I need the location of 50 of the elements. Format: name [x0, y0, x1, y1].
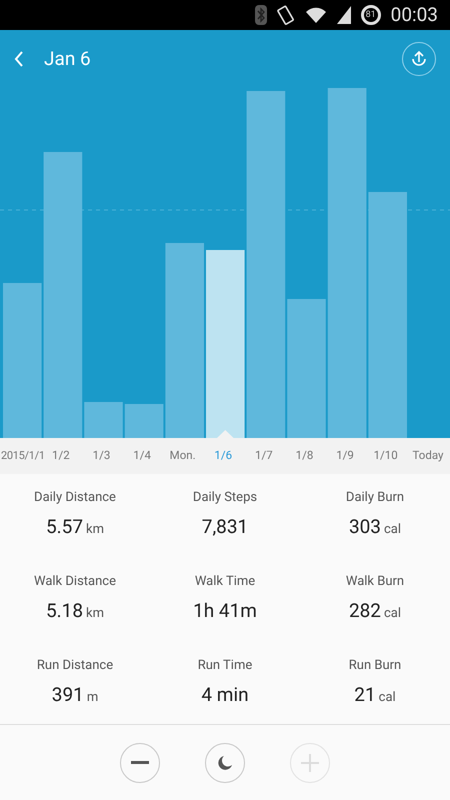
- stat-label: Run Time: [198, 657, 252, 675]
- stat-label: Walk Time: [194, 573, 256, 591]
- stat-label: Daily Burn: [346, 489, 404, 507]
- stat-unit: cal: [384, 521, 402, 539]
- stat-unit: cal: [378, 689, 396, 707]
- stat-value: 5.57: [46, 514, 84, 540]
- stat-label: Walk Distance: [34, 573, 116, 591]
- stat-label: Daily Steps: [192, 489, 258, 507]
- minus-icon: [131, 760, 149, 764]
- stat-value: 1h 41m: [193, 598, 257, 624]
- battery-indicator: 81: [360, 5, 381, 25]
- stat-value: 21: [354, 682, 376, 708]
- signal-icon: [336, 6, 351, 24]
- date-label[interactable]: 1/7: [255, 447, 273, 465]
- sleep-button[interactable]: [205, 742, 245, 782]
- remove-button[interactable]: [120, 742, 160, 782]
- stat-value: 5.18: [46, 598, 84, 624]
- stat-value: 391: [52, 682, 84, 708]
- stat-label: Run Burn: [348, 657, 402, 675]
- wifi-icon: [304, 6, 327, 24]
- share-button[interactable]: [402, 42, 436, 76]
- date-label[interactable]: 1/2: [52, 447, 70, 465]
- plus-icon: [301, 754, 319, 772]
- date-label[interactable]: 1/8: [296, 447, 314, 465]
- date-label[interactable]: Today: [412, 447, 444, 465]
- stat-unit: cal: [384, 605, 402, 623]
- vibrate-icon: [276, 5, 295, 25]
- bluetooth-icon: [254, 5, 267, 25]
- stat-value: 7,831: [202, 514, 248, 540]
- moon-icon: [217, 754, 233, 770]
- stat-label: Run Distance: [36, 657, 114, 675]
- stat-value: 303: [348, 514, 381, 540]
- date-title: Jan 6: [44, 46, 91, 72]
- date-label[interactable]: 1/4: [133, 447, 151, 465]
- stat-unit: km: [86, 521, 104, 539]
- date-label[interactable]: 1/10: [374, 447, 398, 465]
- date-label[interactable]: 2015/1/1: [1, 448, 45, 464]
- date-label[interactable]: 1/9: [336, 447, 354, 465]
- stat-value: 4 min: [201, 682, 249, 708]
- stat-label: Walk Burn: [346, 573, 404, 591]
- stat-value: 282: [348, 598, 381, 624]
- stat-label: Daily Distance: [34, 489, 116, 507]
- stat-unit: m: [86, 689, 98, 707]
- date-label[interactable]: 1/6: [214, 447, 232, 465]
- date-label[interactable]: Mon.: [170, 447, 196, 465]
- back-icon: [14, 51, 24, 67]
- clock-time: 00:03: [390, 2, 438, 28]
- upload-icon: [410, 50, 428, 68]
- date-label[interactable]: 1/3: [92, 447, 110, 465]
- stat-unit: km: [86, 605, 104, 623]
